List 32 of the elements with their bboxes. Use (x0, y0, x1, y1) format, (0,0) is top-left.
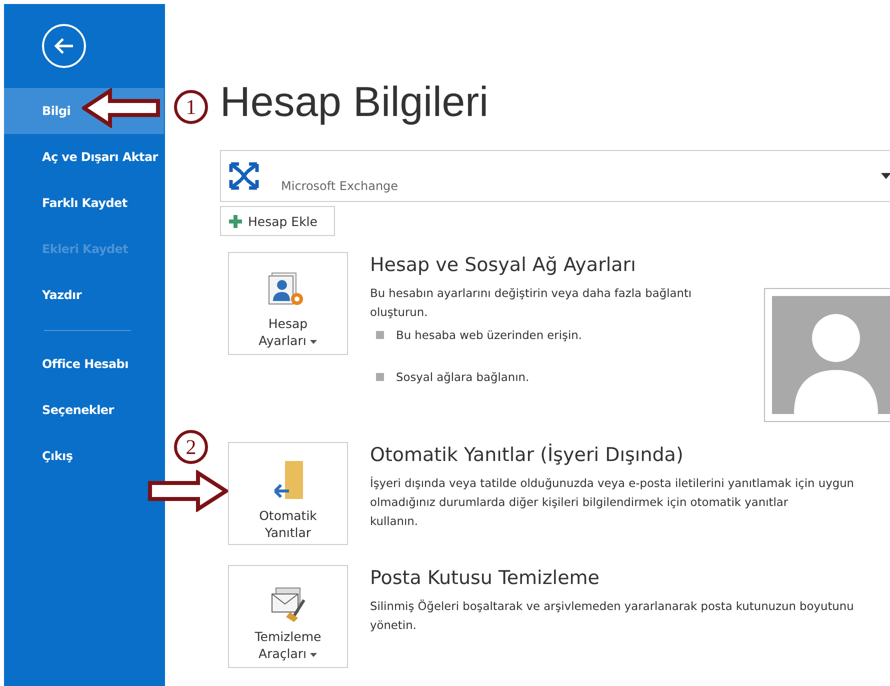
sidebar-item[interactable]: Yazdır (4, 272, 164, 318)
bullet-text: Sosyal ağlara bağlanın. (396, 370, 530, 384)
plus-icon (229, 214, 242, 228)
section-button[interactable]: Temizleme Araçları (228, 565, 348, 668)
account-dropdown[interactable]: Microsoft Exchange (220, 150, 890, 202)
add-account-button[interactable]: Hesap Ekle (220, 206, 335, 236)
sidebar-item[interactable]: Office Hesabı (4, 341, 164, 387)
bullet-icon (376, 331, 384, 339)
section-title: Hesap ve Sosyal Ağ Ayarları (370, 254, 637, 276)
section-title: Otomatik Yanıtlar (İşyeri Dışında) (370, 444, 684, 466)
back-arrow-icon (53, 37, 75, 55)
account-type: Microsoft Exchange (281, 179, 398, 193)
section-description: Silinmiş Öğeleri boşaltarak ve arşivlemeden yararlanarak posta kutunuzun boyutunu yönetin. (370, 598, 855, 634)
sidebar-item[interactable]: Aç ve Dışarı Aktar (4, 134, 164, 180)
sidebar-item[interactable]: Çıkış (4, 433, 164, 479)
annotation-arrow-icon (146, 470, 228, 512)
section-description: kullanın. (370, 513, 419, 530)
section-button[interactable]: Hesap Ayarları (228, 252, 348, 355)
bullet-icon (376, 373, 384, 381)
exchange-logo-icon (227, 160, 261, 192)
sidebar-item[interactable]: Farklı Kaydet (4, 180, 164, 226)
back-button[interactable] (42, 24, 86, 68)
section-description: Bu hesabın ayarlarını değiştirin veya daha fazla bağlantı oluşturun. (370, 285, 693, 321)
bullet-text: Bu hesaba web üzerinden erişin. (396, 328, 582, 342)
section-title: Posta Kutusu Temizleme (370, 567, 600, 589)
caret-icon (881, 173, 890, 179)
step-number: 1 (174, 90, 208, 124)
section-button[interactable]: Otomatik Yanıtlar (228, 442, 348, 545)
page-title: Hesap Bilgileri (220, 78, 490, 126)
step-number: 2 (174, 430, 208, 464)
annotation-arrow-icon (82, 88, 162, 128)
sidebar-item[interactable]: Seçenekler (4, 387, 164, 433)
